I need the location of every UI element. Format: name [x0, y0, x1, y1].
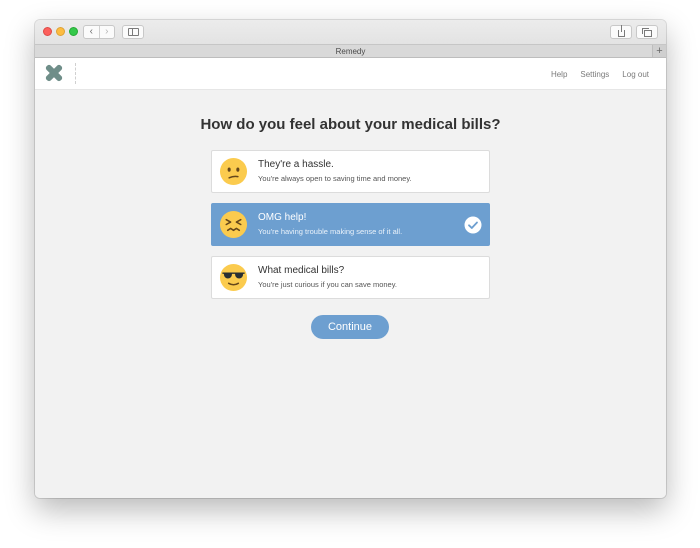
header-divider: [75, 63, 76, 84]
checkmark-icon: [464, 216, 482, 234]
continue-button[interactable]: Continue: [311, 315, 389, 339]
close-window-button[interactable]: [43, 27, 52, 36]
settings-link[interactable]: Settings: [580, 70, 609, 79]
main-content: How do you feel about your medical bills…: [35, 90, 666, 498]
new-tab-button[interactable]: +: [652, 45, 666, 57]
navigation-buttons: ‹ ›: [83, 25, 115, 39]
header-nav: Help Settings Log out: [551, 58, 649, 90]
sidebar-icon: [127, 28, 139, 36]
title-bar: ‹ ›: [35, 20, 666, 44]
logout-link[interactable]: Log out: [622, 70, 649, 79]
confused-face-icon: [219, 157, 248, 186]
sunglasses-face-icon: [219, 263, 248, 292]
sidebar-toggle-button[interactable]: [122, 25, 144, 39]
forward-icon[interactable]: ›: [98, 26, 115, 38]
remedy-x-logo-icon[interactable]: [44, 63, 64, 83]
tab-remedy[interactable]: Remedy: [336, 47, 366, 56]
option-subtitle: You're having trouble making sense of it…: [258, 227, 403, 236]
app-header: Help Settings Log out: [35, 58, 666, 90]
minimize-window-button[interactable]: [56, 27, 65, 36]
back-icon[interactable]: ‹: [84, 26, 99, 38]
option-title: What medical bills?: [258, 265, 345, 276]
help-link[interactable]: Help: [551, 70, 567, 79]
tab-bar: Remedy +: [35, 44, 666, 58]
share-icon: [617, 24, 625, 37]
option-title: OMG help!: [258, 212, 307, 223]
tabs-icon: [642, 27, 652, 37]
share-button[interactable]: [610, 24, 632, 39]
browser-window: ‹ › Remedy + Help Settings Log out How d…: [35, 20, 666, 498]
page-title: How do you feel about your medical bills…: [200, 116, 501, 133]
option-hassle[interactable]: They're a hassle. You're always open to …: [211, 150, 490, 193]
option-what-bills[interactable]: What medical bills? You're just curious …: [211, 256, 490, 299]
zoom-window-button[interactable]: [69, 27, 78, 36]
confounded-face-icon: [219, 210, 248, 239]
option-omg-help[interactable]: OMG help! You're having trouble making s…: [211, 203, 490, 246]
option-subtitle: You're always open to saving time and mo…: [258, 174, 412, 183]
option-subtitle: You're just curious if you can save mone…: [258, 280, 398, 289]
option-title: They're a hassle.: [258, 159, 334, 170]
show-tabs-button[interactable]: [636, 25, 658, 39]
